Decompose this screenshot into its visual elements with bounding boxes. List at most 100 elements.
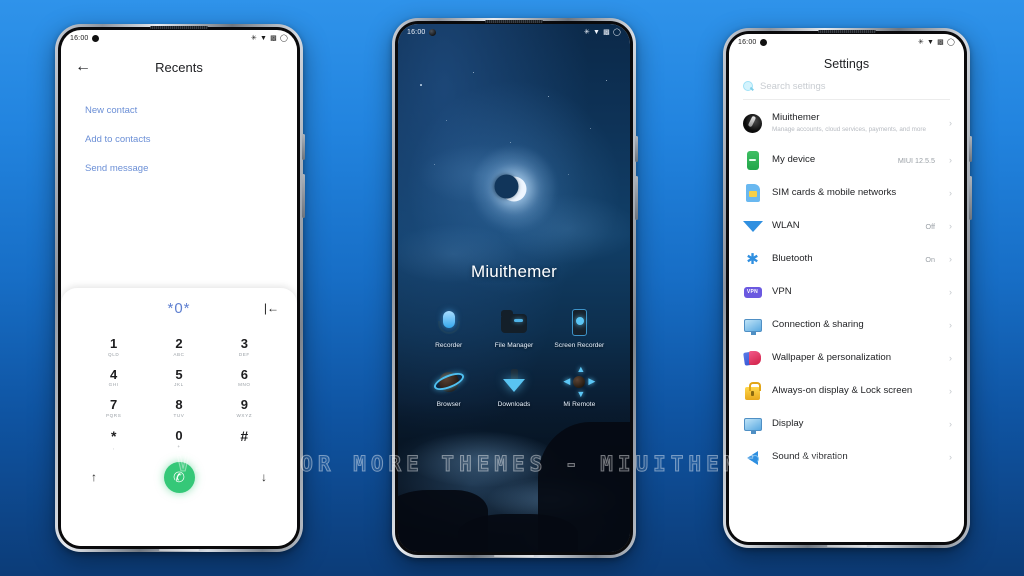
nav-gesture-bar[interactable] <box>826 545 867 547</box>
power-button[interactable] <box>969 136 972 162</box>
settings-row-vpn[interactable]: VPN VPN › <box>729 276 964 309</box>
dial-key-star[interactable]: * , <box>81 424 146 454</box>
dial-key-letters: PQRS <box>105 412 122 418</box>
settings-row-bluetooth[interactable]: ✱ Bluetooth On › <box>729 243 964 276</box>
front-camera-punch-hole <box>759 38 767 46</box>
phone-call-icon: ✆ <box>173 468 185 485</box>
chevron-right-icon: › <box>949 254 952 265</box>
row-description: Manage accounts, cloud services, payment… <box>772 126 927 134</box>
settings-row-display[interactable]: Display › <box>729 408 964 441</box>
dial-key-letters: GHI <box>108 382 119 388</box>
dial-key-1[interactable]: 1 QLD <box>81 332 146 361</box>
status-time: 16:00 <box>738 38 757 46</box>
list-item-add-to-contacts[interactable]: Add to contacts <box>61 125 297 154</box>
connection-sharing-icon <box>743 316 762 335</box>
display-icon <box>743 415 762 434</box>
phone-dialer-device: 16:00 ✳ ▼ ▩ ◯ ← Recents New contact Add … <box>55 24 305 552</box>
bluetooth-status-icon: ✳ <box>583 28 590 36</box>
settings-row-my-device[interactable]: My device MIUI 12.5.5 › <box>729 144 964 177</box>
chevron-right-icon: › <box>949 452 952 463</box>
dial-key-letters <box>212 445 277 451</box>
settings-row-wallpaper[interactable]: Wallpaper & personalization › <box>729 342 964 375</box>
dial-key-3[interactable]: 3 DEF <box>212 332 277 361</box>
network-status-icon: ▼ <box>592 28 601 36</box>
dialpad-actions: ↑ ✆ ↓ <box>61 454 297 493</box>
dial-key-letters: , <box>112 444 115 450</box>
dial-key-digit: 2 <box>175 336 183 351</box>
power-button[interactable] <box>635 136 638 162</box>
dial-key-7[interactable]: 7 PQRS <box>81 393 146 422</box>
battery-status-icon: ◯ <box>612 28 621 36</box>
settings-row-sound-vibration[interactable]: Sound & vibration › <box>729 441 964 474</box>
phone2-bezel: Miuithemer Recorder File Manager Screen … <box>395 20 633 557</box>
arrow-down-icon[interactable]: ↓ <box>261 470 267 484</box>
phone3-screen: 16:00 ✳ ▼ ▩ ◯ Settings Search settings M… <box>729 34 964 542</box>
settings-row-wlan[interactable]: WLAN Off › <box>729 210 964 243</box>
search-bar[interactable]: Search settings <box>743 79 950 100</box>
dial-key-hash[interactable]: # <box>212 424 277 454</box>
chevron-right-icon: › <box>949 386 952 397</box>
phone-home-device: Miuithemer Recorder File Manager Screen … <box>392 18 638 558</box>
list-item-send-message[interactable]: Send message <box>61 154 297 183</box>
app-downloads[interactable]: Downloads <box>481 366 546 409</box>
app-screen-recorder[interactable]: Screen Recorder <box>547 307 612 350</box>
search-input[interactable]: Search settings <box>760 81 825 92</box>
settings-row-sim-cards[interactable]: SIM cards & mobile networks › <box>729 177 964 210</box>
arrow-up-icon[interactable]: ↑ <box>91 470 97 484</box>
app-label: Browser <box>436 401 461 409</box>
speaker-icon <box>743 448 762 467</box>
settings-row-connection-sharing[interactable]: Connection & sharing › <box>729 309 964 342</box>
settings-row-always-on-display[interactable]: Always-on display & Lock screen › <box>729 375 964 408</box>
dial-key-0[interactable]: 0 + <box>146 424 211 454</box>
app-label: Downloads <box>497 401 531 409</box>
dial-key-6[interactable]: 6 MNO <box>212 363 277 392</box>
dial-key-digit: 1 <box>110 336 118 351</box>
earpiece-speaker <box>817 30 876 33</box>
dial-key-5[interactable]: 5 JKL <box>146 363 211 392</box>
dial-key-4[interactable]: 4 GHI <box>81 363 146 392</box>
row-label: My device <box>772 154 816 166</box>
bluetooth-icon: ✱ <box>746 250 759 268</box>
dial-key-digit: 5 <box>175 366 183 382</box>
dial-key-9[interactable]: 9 WXYZ <box>212 393 277 422</box>
volume-button[interactable] <box>302 174 305 218</box>
settings-list: Miuithemer Manage accounts, cloud servic… <box>729 100 964 474</box>
nav-gesture-bar[interactable] <box>494 555 534 557</box>
dial-key-digit: 7 <box>110 397 118 413</box>
dial-key-letters: + <box>177 443 181 449</box>
row-label: Connection & sharing <box>772 319 864 331</box>
back-arrow-icon[interactable]: ← <box>75 59 91 75</box>
volume-button[interactable] <box>635 176 638 220</box>
dial-key-digit: 8 <box>175 397 183 413</box>
status-time: 16:00 <box>407 28 426 36</box>
settings-row-account[interactable]: Miuithemer Manage accounts, cloud servic… <box>729 104 964 144</box>
call-button[interactable]: ✆ <box>163 461 195 493</box>
dial-key-2[interactable]: 2 ABC <box>146 332 211 361</box>
list-item-new-contact[interactable]: New contact <box>61 96 297 125</box>
nav-gesture-bar[interactable] <box>159 549 199 551</box>
app-mi-remote[interactable]: ▲ ▼ ◀ ▶ Mi Remote <box>547 364 612 409</box>
dial-key-letters: DEF <box>238 351 250 357</box>
lock-icon <box>743 381 762 401</box>
battery-status-icon: ◯ <box>279 34 288 42</box>
app-browser[interactable]: Browser <box>416 366 481 409</box>
dial-key-digit: # <box>240 427 249 444</box>
account-avatar-icon <box>743 113 762 133</box>
dpad-remote-icon: ▲ ▼ ◀ ▶ <box>563 364 596 400</box>
row-value: Off <box>925 221 935 231</box>
app-recorder[interactable]: Recorder <box>416 307 481 350</box>
volume-button[interactable] <box>969 176 972 220</box>
chevron-right-icon: › <box>949 188 952 199</box>
screen-recorder-icon <box>563 307 595 339</box>
chevron-right-icon: › <box>949 353 952 364</box>
dial-key-8[interactable]: 8 TUV <box>146 393 211 422</box>
power-button[interactable] <box>302 134 305 160</box>
signal-status-icon: ▩ <box>603 28 610 36</box>
status-bar: 16:00 ✳ ▼ ▩ ◯ <box>729 34 964 50</box>
dial-key-letters: TUV <box>173 412 185 418</box>
home-wallpaper: Miuithemer Recorder File Manager Screen … <box>398 24 630 552</box>
app-file-manager[interactable]: File Manager <box>481 307 546 350</box>
dialpad-panel: *0* |← 1 QLD 2 ABC 3 DEF 4 GHI 5 JKL 6 M… <box>61 288 297 546</box>
bluetooth-status-icon: ✳ <box>250 34 257 42</box>
backspace-icon[interactable]: |← <box>264 301 279 315</box>
